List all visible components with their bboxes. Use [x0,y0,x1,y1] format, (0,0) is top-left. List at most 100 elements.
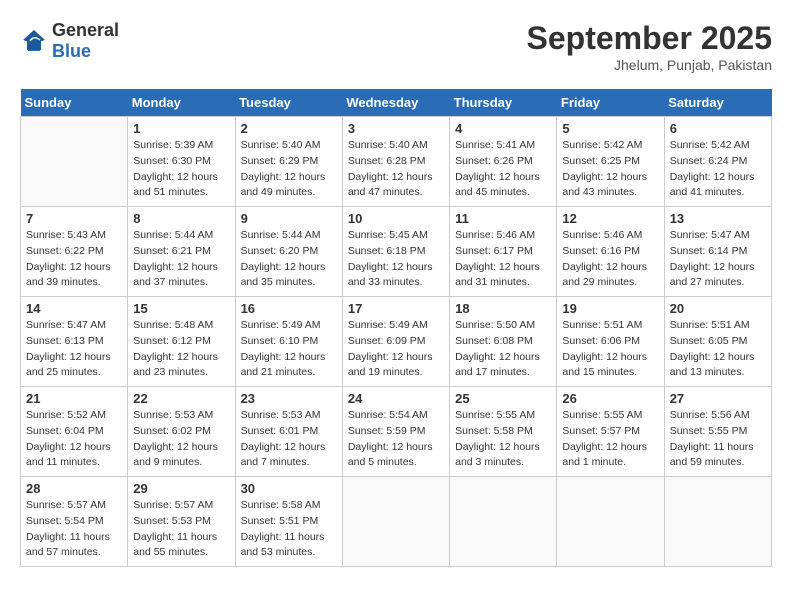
day-info: Sunrise: 5:48 AMSunset: 6:12 PMDaylight:… [133,318,229,381]
day-number: 23 [241,391,337,406]
day-number: 9 [241,211,337,226]
week-row-3: 14 Sunrise: 5:47 AMSunset: 6:13 PMDayligh… [21,297,772,387]
calendar-header-row: SundayMondayTuesdayWednesdayThursdayFrid… [21,89,772,117]
day-number: 3 [348,121,444,136]
day-number: 22 [133,391,229,406]
page-location: Jhelum, Punjab, Pakistan [527,57,772,73]
column-header-friday: Friday [557,89,664,117]
title-block: September 2025 Jhelum, Punjab, Pakistan [527,20,772,73]
day-info: Sunrise: 5:53 AMSunset: 6:01 PMDaylight:… [241,408,337,471]
day-info: Sunrise: 5:55 AMSunset: 5:57 PMDaylight:… [562,408,658,471]
day-number: 14 [26,301,122,316]
day-number: 15 [133,301,229,316]
day-number: 17 [348,301,444,316]
day-info: Sunrise: 5:42 AMSunset: 6:25 PMDaylight:… [562,138,658,201]
calendar-table: SundayMondayTuesdayWednesdayThursdayFrid… [20,89,772,567]
calendar-cell: 2Sunrise: 5:40 AMSunset: 6:29 PMDaylight… [235,117,342,207]
day-number: 16 [241,301,337,316]
calendar-cell: 28 Sunrise: 5:57 AMSunset: 5:54 PMDayligh… [21,477,128,567]
week-row-5: 28 Sunrise: 5:57 AMSunset: 5:54 PMDayligh… [21,477,772,567]
calendar-cell: 22 Sunrise: 5:53 AMSunset: 6:02 PMDayligh… [128,387,235,477]
logo-icon [20,27,48,55]
calendar-cell: 17 Sunrise: 5:49 AMSunset: 6:09 PMDayligh… [342,297,449,387]
column-header-saturday: Saturday [664,89,771,117]
column-header-monday: Monday [128,89,235,117]
calendar-cell: 27 Sunrise: 5:56 AMSunset: 5:55 PMDayligh… [664,387,771,477]
calendar-cell: 12 Sunrise: 5:46 AMSunset: 6:16 PMDayligh… [557,207,664,297]
day-info: Sunrise: 5:44 AMSunset: 6:20 PMDaylight:… [241,228,337,291]
column-header-tuesday: Tuesday [235,89,342,117]
day-number: 12 [562,211,658,226]
day-number: 7 [26,211,122,226]
day-number: 1 [133,121,229,136]
day-info: Sunrise: 5:47 AMSunset: 6:13 PMDaylight:… [26,318,122,381]
day-number: 21 [26,391,122,406]
day-info: Sunrise: 5:51 AMSunset: 6:06 PMDaylight:… [562,318,658,381]
logo-wordmark: General Blue [52,20,119,62]
calendar-cell [21,117,128,207]
day-info: Sunrise: 5:52 AMSunset: 6:04 PMDaylight:… [26,408,122,471]
day-info: Sunrise: 5:58 AMSunset: 5:51 PMDaylight:… [241,498,337,561]
day-number: 6 [670,121,766,136]
calendar-cell: 7 Sunrise: 5:43 AMSunset: 6:22 PMDaylight… [21,207,128,297]
calendar-cell: 11Sunrise: 5:46 AMSunset: 6:17 PMDayligh… [450,207,557,297]
calendar-cell: 1 Sunrise: 5:39 AMSunset: 6:30 PMDaylight… [128,117,235,207]
calendar-cell [664,477,771,567]
day-info: Sunrise: 5:57 AMSunset: 5:54 PMDaylight:… [26,498,122,561]
day-info: Sunrise: 5:46 AMSunset: 6:16 PMDaylight:… [562,228,658,291]
column-header-thursday: Thursday [450,89,557,117]
logo-text-general: General [52,20,119,40]
calendar-cell [450,477,557,567]
day-info: Sunrise: 5:39 AMSunset: 6:30 PMDaylight:… [133,138,229,201]
calendar-cell: 14 Sunrise: 5:47 AMSunset: 6:13 PMDayligh… [21,297,128,387]
day-number: 11 [455,211,551,226]
day-info: Sunrise: 5:40 AMSunset: 6:28 PMDaylight:… [348,138,444,201]
calendar-cell: 23 Sunrise: 5:53 AMSunset: 6:01 PMDayligh… [235,387,342,477]
calendar-cell: 6 Sunrise: 5:42 AMSunset: 6:24 PMDaylight… [664,117,771,207]
calendar-cell [342,477,449,567]
day-info: Sunrise: 5:44 AMSunset: 6:21 PMDaylight:… [133,228,229,291]
logo-text-blue: Blue [52,41,91,61]
day-info: Sunrise: 5:41 AMSunset: 6:26 PMDaylight:… [455,138,551,201]
calendar-cell: 16Sunrise: 5:49 AMSunset: 6:10 PMDayligh… [235,297,342,387]
day-number: 13 [670,211,766,226]
day-info: Sunrise: 5:40 AMSunset: 6:29 PMDaylight:… [241,138,337,201]
calendar-cell: 21 Sunrise: 5:52 AMSunset: 6:04 PMDayligh… [21,387,128,477]
calendar-cell: 25 Sunrise: 5:55 AMSunset: 5:58 PMDayligh… [450,387,557,477]
page-header: General Blue September 2025 Jhelum, Punj… [20,20,772,73]
day-info: Sunrise: 5:42 AMSunset: 6:24 PMDaylight:… [670,138,766,201]
column-header-wednesday: Wednesday [342,89,449,117]
day-info: Sunrise: 5:49 AMSunset: 6:09 PMDaylight:… [348,318,444,381]
day-info: Sunrise: 5:45 AMSunset: 6:18 PMDaylight:… [348,228,444,291]
day-number: 4 [455,121,551,136]
logo: General Blue [20,20,119,62]
day-info: Sunrise: 5:53 AMSunset: 6:02 PMDaylight:… [133,408,229,471]
week-row-2: 7 Sunrise: 5:43 AMSunset: 6:22 PMDaylight… [21,207,772,297]
day-number: 25 [455,391,551,406]
day-number: 5 [562,121,658,136]
day-number: 28 [26,481,122,496]
calendar-cell: 29 Sunrise: 5:57 AMSunset: 5:53 PMDayligh… [128,477,235,567]
day-info: Sunrise: 5:47 AMSunset: 6:14 PMDaylight:… [670,228,766,291]
day-number: 20 [670,301,766,316]
calendar-cell [557,477,664,567]
day-number: 18 [455,301,551,316]
calendar-cell: 10Sunrise: 5:45 AMSunset: 6:18 PMDayligh… [342,207,449,297]
day-info: Sunrise: 5:50 AMSunset: 6:08 PMDaylight:… [455,318,551,381]
calendar-cell: 5 Sunrise: 5:42 AMSunset: 6:25 PMDaylight… [557,117,664,207]
calendar-cell: 3 Sunrise: 5:40 AMSunset: 6:28 PMDaylight… [342,117,449,207]
day-number: 27 [670,391,766,406]
calendar-cell: 13 Sunrise: 5:47 AMSunset: 6:14 PMDayligh… [664,207,771,297]
calendar-cell: 26Sunrise: 5:55 AMSunset: 5:57 PMDayligh… [557,387,664,477]
day-info: Sunrise: 5:43 AMSunset: 6:22 PMDaylight:… [26,228,122,291]
day-number: 30 [241,481,337,496]
calendar-cell: 20Sunrise: 5:51 AMSunset: 6:05 PMDayligh… [664,297,771,387]
day-info: Sunrise: 5:57 AMSunset: 5:53 PMDaylight:… [133,498,229,561]
day-info: Sunrise: 5:55 AMSunset: 5:58 PMDaylight:… [455,408,551,471]
calendar-cell: 9 Sunrise: 5:44 AMSunset: 6:20 PMDaylight… [235,207,342,297]
week-row-1: 1 Sunrise: 5:39 AMSunset: 6:30 PMDaylight… [21,117,772,207]
week-row-4: 21 Sunrise: 5:52 AMSunset: 6:04 PMDayligh… [21,387,772,477]
calendar-cell: 15 Sunrise: 5:48 AMSunset: 6:12 PMDayligh… [128,297,235,387]
day-info: Sunrise: 5:56 AMSunset: 5:55 PMDaylight:… [670,408,766,471]
day-number: 29 [133,481,229,496]
